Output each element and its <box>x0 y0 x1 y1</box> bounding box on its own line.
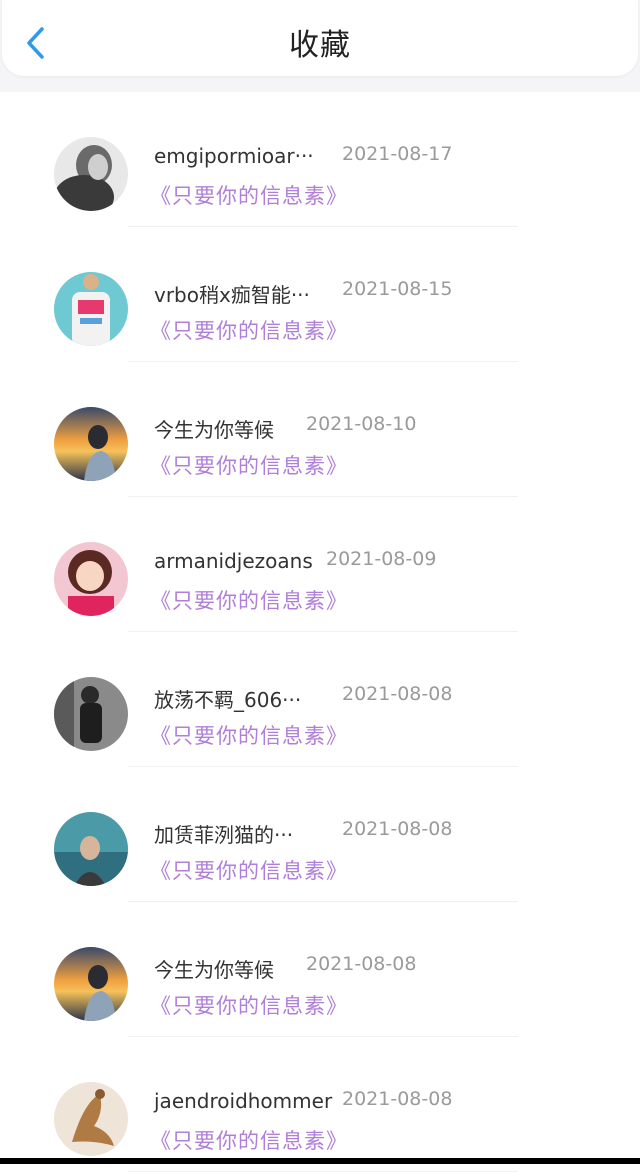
song-title[interactable]: 《只要你的信息素》 <box>150 585 348 615</box>
date: 2021-08-08 <box>306 953 417 975</box>
song-title[interactable]: 《只要你的信息素》 <box>150 180 348 210</box>
header: 收藏 <box>2 0 638 76</box>
date: 2021-08-08 <box>342 1088 453 1110</box>
song-title[interactable]: 《只要你的信息素》 <box>150 720 348 750</box>
song-title[interactable]: 《只要你的信息素》 <box>150 990 348 1020</box>
list-item[interactable]: armanidjezoans 2021-08-09 《只要你的信息素》 <box>0 497 640 632</box>
avatar[interactable] <box>54 947 128 1021</box>
list-item[interactable]: emgipormioar··· 2021-08-17 《只要你的信息素》 <box>0 92 640 227</box>
list-item[interactable]: 加赁菲洌猫的··· 2021-08-08 《只要你的信息素》 <box>0 767 640 902</box>
song-title[interactable]: 《只要你的信息素》 <box>150 855 348 885</box>
song-title[interactable]: 《只要你的信息素》 <box>150 1125 348 1155</box>
user-name: emgipormioar··· <box>154 144 314 168</box>
list-item[interactable]: 今生为你等候 2021-08-10 《只要你的信息素》 <box>0 362 640 497</box>
user-name: 今生为你等候 <box>154 958 274 982</box>
date: 2021-08-08 <box>342 818 453 840</box>
user-name: armanidjezoans <box>154 549 313 573</box>
user-name: 加赁菲洌猫的··· <box>154 823 294 847</box>
avatar[interactable] <box>54 1082 128 1156</box>
song-title[interactable]: 《只要你的信息素》 <box>150 315 348 345</box>
system-bottom-bar <box>0 1158 640 1164</box>
avatar[interactable] <box>54 137 128 211</box>
top-bar: 收藏 <box>0 0 640 92</box>
list-item[interactable]: vrbo稍x痂智能··· 2021-08-15 《只要你的信息素》 <box>0 227 640 362</box>
date: 2021-08-17 <box>342 143 453 165</box>
avatar[interactable] <box>54 407 128 481</box>
avatar[interactable] <box>54 542 128 616</box>
user-name: 今生为你等候 <box>154 418 274 442</box>
list-item[interactable]: 今生为你等候 2021-08-08 《只要你的信息素》 <box>0 902 640 1037</box>
date: 2021-08-08 <box>342 683 453 705</box>
page-title: 收藏 <box>289 28 351 63</box>
user-name: vrbo稍x痂智能··· <box>154 283 310 307</box>
date: 2021-08-10 <box>306 413 417 435</box>
song-title[interactable]: 《只要你的信息素》 <box>150 450 348 480</box>
favorites-list: emgipormioar··· 2021-08-17 《只要你的信息素》 vrb… <box>0 92 640 1172</box>
list-item[interactable]: jaendroidhommer 2021-08-08 《只要你的信息素》 <box>0 1037 640 1172</box>
date: 2021-08-15 <box>342 278 453 300</box>
user-name: 放荡不羁_606··· <box>154 688 302 712</box>
date: 2021-08-09 <box>326 548 437 570</box>
avatar[interactable] <box>54 272 128 346</box>
avatar[interactable] <box>54 812 128 886</box>
list-item[interactable]: 放荡不羁_606··· 2021-08-08 《只要你的信息素》 <box>0 632 640 767</box>
user-name: jaendroidhommer <box>154 1089 333 1113</box>
avatar[interactable] <box>54 677 128 751</box>
